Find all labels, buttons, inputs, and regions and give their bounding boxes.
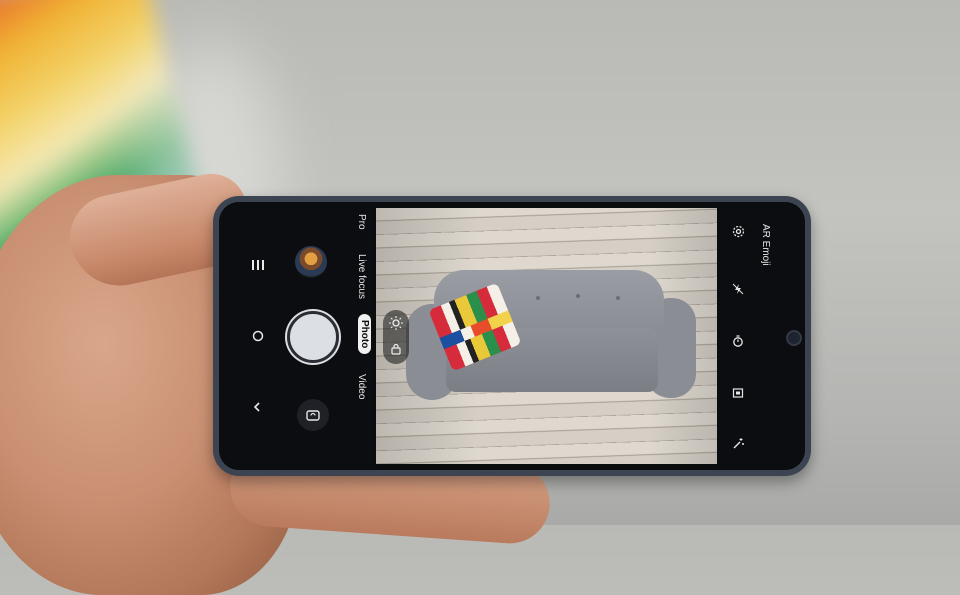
camera-viewfinder[interactable] [376, 208, 717, 464]
camera-flip-button[interactable] [297, 399, 329, 431]
smartphone: Pro Live focus Photo Video AR Emoji [213, 196, 811, 476]
aspect-ratio-icon[interactable] [729, 384, 747, 402]
camera-flip-icon [304, 406, 322, 424]
gallery-thumbnail[interactable] [295, 246, 327, 278]
mode-ar-emoji[interactable]: AR Emoji [760, 224, 771, 266]
circle-icon[interactable] [249, 327, 267, 345]
phone-screen: Pro Live focus Photo Video AR Emoji [219, 202, 805, 470]
camera-settings-panel: AR Emoji [719, 202, 805, 470]
mode-video[interactable]: Video [356, 374, 367, 399]
mode-pro[interactable]: Pro [356, 214, 367, 230]
front-camera-punch-hole [786, 330, 802, 346]
brightness-icon[interactable] [387, 314, 405, 332]
sofa-tuft [536, 296, 540, 300]
timer-icon[interactable] [729, 332, 747, 350]
camera-controls-panel: Pro Live focus Photo Video [219, 202, 373, 470]
sofa-tuft [616, 296, 620, 300]
shutter-button[interactable] [287, 311, 339, 363]
hamburger-icon[interactable] [249, 256, 267, 274]
mode-live-focus[interactable]: Live focus [356, 254, 367, 299]
focus-controls [383, 310, 409, 364]
lock-icon[interactable] [387, 340, 405, 358]
sparkle-icon[interactable] [729, 434, 747, 452]
mode-photo[interactable]: Photo [358, 314, 371, 355]
flash-off-icon[interactable] [729, 280, 747, 298]
sofa-tuft [576, 294, 580, 298]
gear-icon[interactable] [729, 222, 747, 240]
chevron-up-icon[interactable] [249, 398, 267, 416]
